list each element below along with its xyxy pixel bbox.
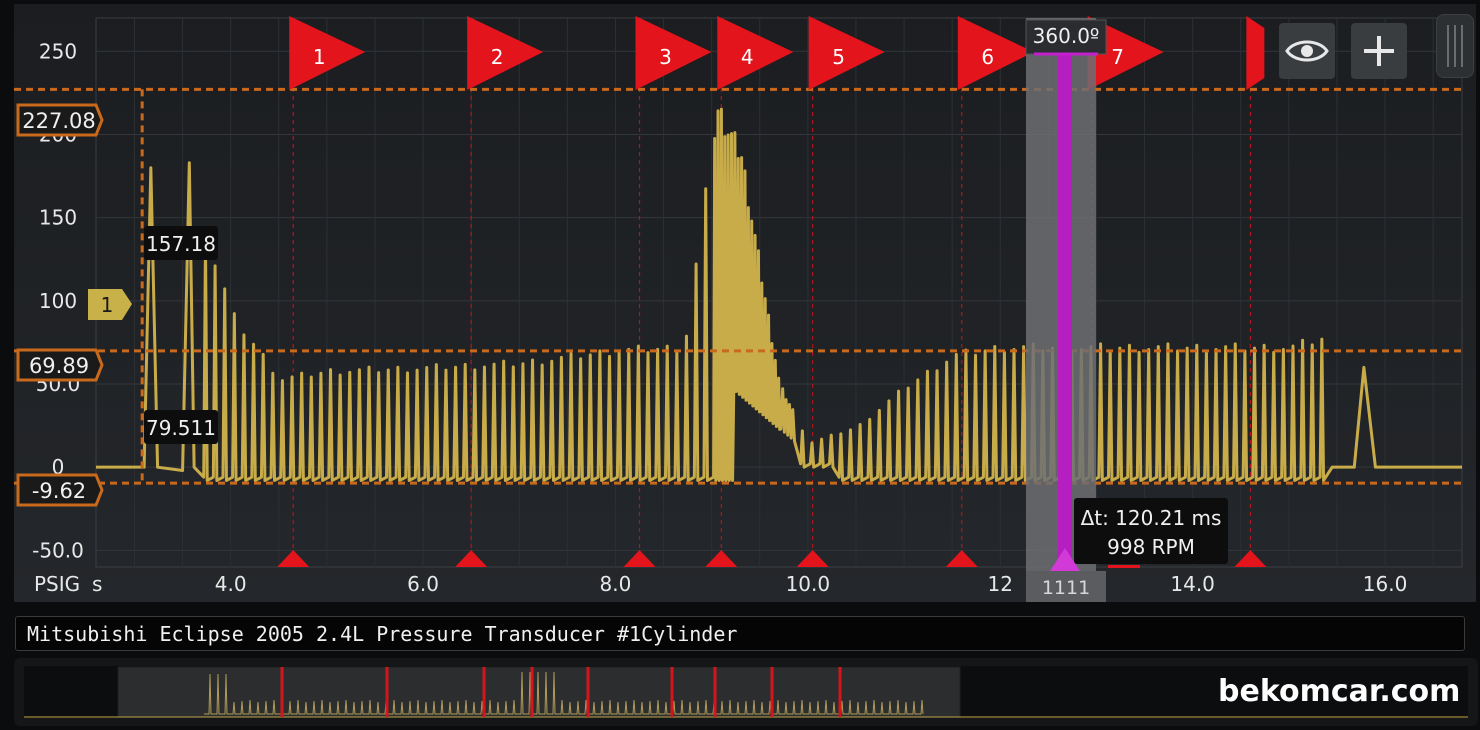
x-tick-label: 12 <box>988 572 1013 596</box>
channel-marker-label: 1 <box>101 293 114 317</box>
flag-label: 3 <box>659 45 672 69</box>
cursor-label-mid[interactable]: 69.89 <box>16 348 104 382</box>
add-button[interactable] <box>1351 23 1407 79</box>
phase-cursor-readout: 1111 <box>1042 577 1090 599</box>
value-157-label: 157.18 <box>146 232 216 256</box>
x-tick-label: 16.0 <box>1363 572 1408 596</box>
rpm-readout: 998 RPM <box>1107 535 1195 559</box>
flag-partial <box>1246 16 1265 90</box>
value-box-157: 157.18 <box>144 226 218 260</box>
x-tick-label: 10.0 <box>786 572 831 596</box>
y-tick-label: 100 <box>39 289 77 313</box>
flag-label: 1 <box>313 45 326 69</box>
value-79-label: 79.511 <box>146 416 216 440</box>
y-tick-label: -50.0 <box>32 538 84 562</box>
cursor-value-mid: 69.89 <box>29 354 89 378</box>
flag-label: 6 <box>981 45 994 69</box>
unit-label: PSIG <box>34 572 80 596</box>
eye-button[interactable] <box>1279 23 1335 79</box>
y-tick-label: 250 <box>39 39 77 63</box>
flag-label: 7 <box>1111 45 1124 69</box>
waveform-title: Mitsubishi Eclipse 2005 2.4L Pressure Tr… <box>15 616 1465 651</box>
x-tick-label: 14.0 <box>1170 572 1215 596</box>
waveform-svg[interactable]: 25020015010050.00-50.0 4.06.08.010.01214… <box>14 4 1476 605</box>
value-box-79: 79.511 <box>144 410 218 444</box>
flag-label: 5 <box>832 45 845 69</box>
cursor-label-lower[interactable]: -9.62 <box>16 473 104 507</box>
cursor-label-upper[interactable]: 227.08 <box>16 103 104 137</box>
waveform-plot[interactable]: 25020015010050.00-50.0 4.06.08.010.01214… <box>14 4 1476 605</box>
eye-icon <box>1285 40 1329 62</box>
overview-window[interactable] <box>117 666 961 718</box>
phase-cursor-line <box>1058 52 1072 564</box>
flag-label: 2 <box>491 45 504 69</box>
delta-readout: Δt: 120.21 ms 998 RPM <box>1074 498 1228 568</box>
y-tick-label: 150 <box>39 206 77 230</box>
delta-time: Δt: 120.21 ms <box>1081 506 1222 530</box>
plus-icon <box>1364 36 1394 66</box>
time-unit-label: s <box>92 572 102 596</box>
phase-cursor-label: 360.0º <box>1033 24 1100 48</box>
x-tick-label: 8.0 <box>600 572 632 596</box>
cursor-value-upper: 227.08 <box>22 109 95 133</box>
x-tick-label: 6.0 <box>407 572 439 596</box>
watermark: bekomcar.com <box>1218 674 1461 709</box>
side-panel-handle[interactable] <box>1436 14 1474 78</box>
flag-label: 4 <box>741 45 754 69</box>
x-tick-label: 4.0 <box>215 572 247 596</box>
cursor-value-lower: -9.62 <box>32 479 86 503</box>
scope-app: 25020015010050.00-50.0 4.06.08.010.01214… <box>0 0 1480 729</box>
